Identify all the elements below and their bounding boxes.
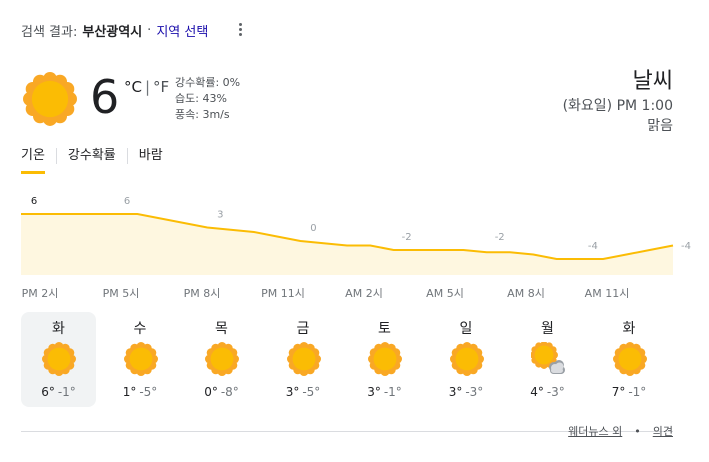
high-temp: 7° — [611, 385, 626, 399]
source-link[interactable]: 웨더뉴스 외 — [568, 423, 622, 439]
day-temps: 3° -3° — [429, 385, 504, 399]
chart-point-label: 3 — [217, 210, 223, 221]
day-temps: 7° -1° — [592, 385, 667, 399]
high-temp: 1° — [122, 385, 137, 399]
sun-icon — [368, 342, 402, 376]
sun-icon — [42, 342, 76, 376]
humidity: 습도: 43% — [175, 92, 227, 105]
high-temp: 3° — [448, 385, 463, 399]
high-temp: 3° — [367, 385, 381, 399]
sun-icon — [123, 342, 158, 376]
x-tick-label: PM 8시 — [183, 287, 221, 300]
chart-point-label: -2 — [495, 232, 505, 243]
daily-forecast: 화 6° -1° 수 1° -5° 목 0° -8° 금 3° -5° 토 3° -1° 일 3° -3° 월 4° -… — [21, 312, 673, 407]
low-temp: -5° — [139, 385, 158, 399]
tab-divider — [126, 148, 128, 164]
day-temps: 0° -8° — [184, 385, 259, 399]
temperature-chart[interactable]: 6 6 3 0 -2 -2 -4 -4 — [0, 190, 709, 290]
low-temp: -1° — [383, 385, 402, 399]
chart-tabs: 기온 강수확률 바람 — [21, 146, 163, 174]
forecast-day-1[interactable]: 수 1° -5° — [103, 312, 178, 407]
chart-point-label: -4 — [681, 241, 691, 252]
unit-toggle: °C | °F — [124, 78, 169, 96]
location-name: 부산광역시 — [82, 24, 143, 40]
sun-icon — [23, 72, 77, 126]
search-header: 검색 결과: 부산광역시 · 지역 선택 — [21, 20, 208, 40]
chart-point-label: -2 — [402, 232, 412, 243]
more-options-icon[interactable] — [232, 20, 248, 38]
footer-dot: • — [634, 424, 641, 438]
x-tick-label: PM 11시 — [261, 287, 305, 300]
forecast-day-2[interactable]: 목 0° -8° — [184, 312, 259, 407]
wind-speed: 풍속: 3m/s — [175, 108, 230, 121]
sun-icon — [205, 342, 239, 376]
unit-separator: | — [144, 78, 151, 96]
high-temp: 6° — [41, 385, 55, 399]
day-temps: 3° -5° — [266, 385, 341, 399]
weather-title: 날씨 — [632, 69, 673, 94]
forecast-day-3[interactable]: 금 3° -5° — [266, 312, 341, 407]
x-tick-label: AM 2시 — [345, 287, 383, 300]
tab-divider — [55, 148, 57, 164]
tab-temperature[interactable]: 기온 — [21, 146, 45, 174]
tab-wind[interactable]: 바람 — [139, 146, 163, 174]
day-name: 일 — [459, 321, 473, 337]
sun-icon — [449, 342, 484, 376]
chart-point-label: 6 — [31, 196, 37, 207]
high-temp: 0° — [204, 385, 218, 399]
current-temperature: 6 — [90, 70, 120, 124]
forecast-day-0[interactable]: 화 6° -1° — [21, 312, 96, 407]
day-name: 화 — [622, 321, 636, 337]
current-time: (화요일) PM 1:00 — [562, 98, 673, 114]
x-tick-label: AM 11시 — [584, 287, 630, 300]
search-result-prefix: 검색 결과: — [21, 24, 78, 40]
forecast-day-6[interactable]: 월 4° -3° — [510, 312, 585, 407]
day-name: 토 — [378, 321, 391, 337]
low-temp: -5° — [302, 385, 321, 399]
precipitation-probability: 강수확률: 0% — [175, 76, 241, 89]
day-temps: 6° -1° — [21, 385, 96, 399]
chart-x-axis: PM 2시 PM 5시 PM 8시 PM 11시 AM 2시 AM 5시 AM 8시 AM 1… — [21, 285, 673, 301]
x-tick-label: AM 5시 — [426, 287, 464, 300]
tab-precipitation[interactable]: 강수확률 — [68, 146, 116, 174]
x-tick-label: PM 5시 — [102, 287, 140, 300]
x-tick-label: PM 2시 — [21, 287, 59, 300]
header-separator: · — [147, 22, 152, 38]
feedback-link[interactable]: 의견 — [653, 423, 673, 439]
day-name: 월 — [541, 321, 554, 337]
footer: 웨더뉴스 외 • 의견 — [568, 423, 673, 439]
low-temp: -8° — [220, 385, 239, 399]
forecast-day-7[interactable]: 화 7° -1° — [592, 312, 667, 407]
celsius-button[interactable]: °C — [124, 78, 142, 96]
forecast-day-4[interactable]: 토 3° -1° — [347, 312, 422, 407]
low-temp: -1° — [57, 385, 76, 399]
day-name: 금 — [296, 321, 310, 337]
day-name: 수 — [133, 321, 147, 337]
day-temps: 1° -5° — [103, 385, 178, 399]
day-name: 화 — [52, 321, 65, 337]
high-temp: 3° — [285, 385, 300, 399]
high-temp: 4° — [530, 385, 544, 399]
weather-summary: 날씨 (화요일) PM 1:00 맑음 — [563, 68, 673, 136]
day-temps: 4° -3° — [510, 385, 585, 399]
chart-point-label: -4 — [588, 241, 598, 252]
chart-point-label: 0 — [310, 223, 316, 234]
low-temp: -3° — [465, 385, 484, 399]
sun-icon — [612, 342, 647, 376]
chart-point-label: 6 — [124, 196, 130, 207]
sun-icon — [286, 342, 321, 376]
x-tick-label: AM 8시 — [507, 287, 545, 300]
day-temps: 3° -1° — [347, 385, 422, 399]
fahrenheit-button[interactable]: °F — [153, 78, 169, 96]
current-condition: 맑음 — [647, 118, 673, 134]
low-temp: -3° — [546, 385, 565, 399]
forecast-day-5[interactable]: 일 3° -3° — [429, 312, 504, 407]
day-name: 목 — [215, 321, 228, 337]
weather-details: 강수확률: 0% 습도: 43% 풍속: 3m/s — [175, 75, 240, 123]
low-temp: -1° — [628, 385, 647, 399]
region-select-link[interactable]: 지역 선택 — [156, 21, 208, 40]
partly-cloudy-icon — [531, 342, 565, 374]
